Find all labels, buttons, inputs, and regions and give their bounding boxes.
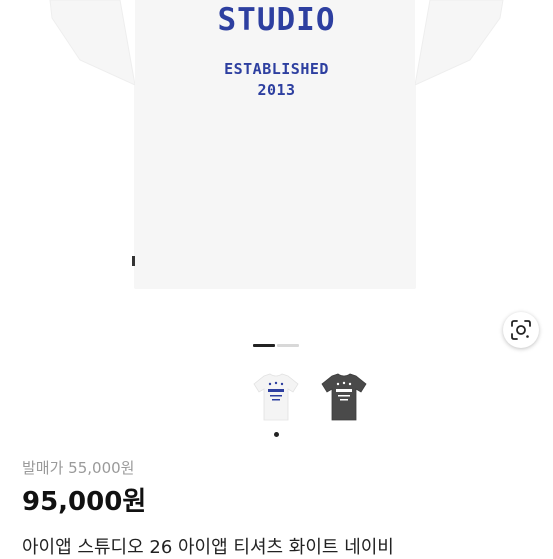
product-image[interactable]: STUDIO ESTABLISHED 2013: [0, 0, 553, 330]
tshirt-white-thumbnail: [253, 373, 299, 421]
product-title: 아이앱 스튜디오 26 아이앱 티셔츠 화이트 네이비: [22, 537, 394, 558]
pager-segment-active[interactable]: [253, 344, 275, 347]
lens-search-button[interactable]: [503, 312, 539, 348]
selected-thumbnail-indicator: [274, 432, 279, 437]
print-year-text: 2013: [257, 81, 296, 99]
lens-search-icon: [511, 320, 531, 340]
thumbnail-white[interactable]: [248, 370, 304, 426]
thumbnail-charcoal[interactable]: [316, 370, 372, 426]
image-pager: [253, 344, 299, 347]
pager-segment[interactable]: [277, 344, 299, 347]
print-established-text: ESTABLISHED: [224, 60, 329, 78]
tshirt-graphic: [49, 0, 504, 289]
price: 95,000원: [22, 487, 147, 517]
tshirt-charcoal-thumbnail: [321, 373, 367, 421]
thumbnail-strip: [248, 370, 372, 426]
original-price: 발매가 55,000원: [22, 459, 135, 477]
print-studio-text: STUDIO: [217, 2, 336, 38]
